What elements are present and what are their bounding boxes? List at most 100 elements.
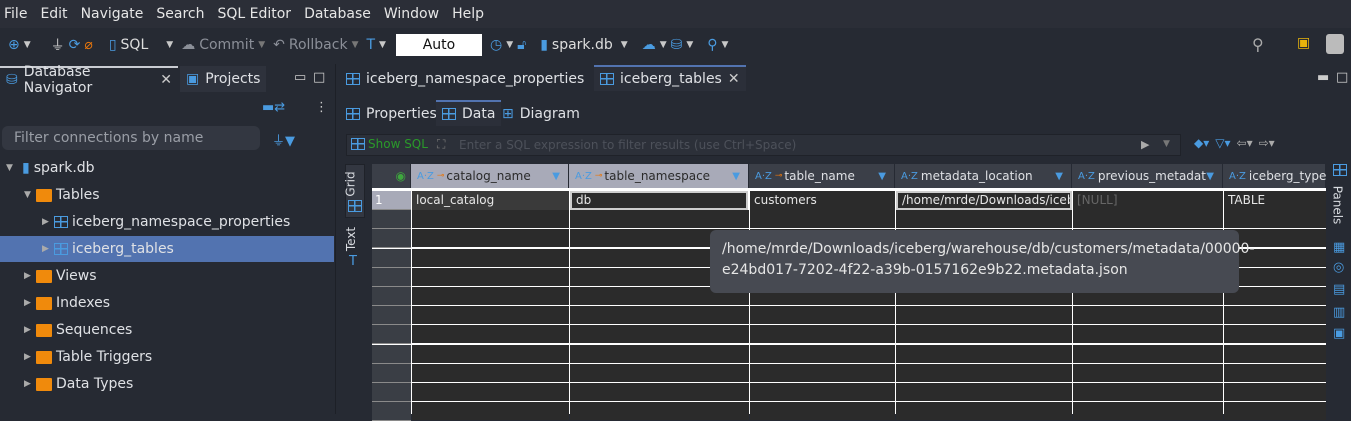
commit-icon: ☁	[181, 37, 196, 53]
tools-button[interactable]: ☁ ▼ ⛁ ▼	[642, 37, 694, 53]
column-header-iceberg-type[interactable]: A·Z iceberg_type	[1223, 164, 1326, 188]
menu-help[interactable]: Help	[452, 6, 484, 22]
tree-item-sequences[interactable]: ▶ Sequences	[0, 317, 334, 343]
table-icon	[351, 138, 365, 150]
tree-item-iceberg-namespace-properties[interactable]: ▶ iceberg_namespace_properties	[0, 209, 334, 235]
filter-bar: Show SQL ⛶ Enter a SQL expression to fil…	[346, 134, 1181, 156]
transaction-icon: T	[366, 37, 376, 53]
menu-file[interactable]: File	[4, 6, 27, 22]
tree-item-indexes[interactable]: ▶ Indexes	[0, 290, 334, 316]
menu-edit[interactable]: Edit	[40, 6, 67, 22]
more-icon[interactable]: ⋮	[315, 100, 328, 115]
tab-iceberg-namespace-properties[interactable]: iceberg_namespace_properties	[340, 66, 590, 92]
row-number	[372, 248, 411, 268]
sort-icon[interactable]: ▼	[732, 171, 740, 182]
sort-icon[interactable]: ▼	[878, 171, 886, 182]
empty-cell	[412, 383, 569, 401]
global-search-icon[interactable]: ⚲	[1252, 35, 1264, 54]
datasource-selector[interactable]: ▮ spark.db ▼	[540, 37, 628, 53]
sort-icon[interactable]: ▼	[1055, 171, 1063, 182]
show-sql-button[interactable]: Show SQL	[351, 137, 428, 151]
cell-catalog-name[interactable]: local_catalog	[412, 191, 569, 210]
sql-editor-button[interactable]: ▯ SQL ▼	[109, 37, 173, 53]
empty-cell	[570, 383, 749, 401]
menu-search[interactable]: Search	[156, 6, 204, 22]
new-connection-button[interactable]: ⊕ ▼	[8, 37, 31, 53]
empty-cell	[412, 210, 569, 229]
filter-connections-input[interactable]: Filter connections by name	[2, 126, 260, 150]
rollback-button[interactable]: ↶ Rollback ▼	[273, 37, 358, 53]
expand-icon[interactable]: ⛶	[437, 137, 445, 152]
cell-previous-metadata[interactable]: [NULL]	[1073, 191, 1223, 210]
commit-mode-selector[interactable]: Auto	[395, 34, 482, 56]
search-tool-button[interactable]: ⚲ ▼	[707, 37, 728, 53]
tree-item-tables[interactable]: ▼ Tables	[0, 182, 334, 208]
minimize-icon[interactable]: ▬	[1317, 70, 1329, 85]
tab-projects[interactable]: ▣ Projects	[180, 66, 267, 92]
maximize-icon[interactable]: □	[313, 70, 325, 85]
history-button[interactable]: ◷ ▼ 🔓︎	[490, 37, 526, 53]
tree-item-table-triggers[interactable]: ▶ Table Triggers	[0, 344, 334, 370]
tab-database-navigator[interactable]: ⛁ Database Navigator ✕	[0, 64, 178, 96]
row-number	[372, 287, 411, 306]
apply-filter-icon[interactable]: ▶	[1141, 138, 1149, 151]
cell-iceberg-type[interactable]: TABLE	[1224, 191, 1326, 210]
transaction-mode-button[interactable]: T ▼	[366, 37, 385, 53]
tree-item-iceberg-tables[interactable]: ▶ iceberg_tables	[0, 236, 334, 262]
calc-panel-icon[interactable]: ▤	[1333, 282, 1345, 297]
tab-properties[interactable]: Properties	[340, 101, 443, 127]
filter-icon[interactable]: ▽▾	[1215, 136, 1230, 150]
maximize-icon[interactable]: □	[1336, 70, 1348, 85]
new-window-icon[interactable]: ▣	[1297, 35, 1310, 51]
cell-table-namespace[interactable]: db	[570, 191, 748, 210]
metadata-panel-icon[interactable]: ◎	[1333, 260, 1344, 275]
tab-iceberg-tables[interactable]: iceberg_tables ✕	[594, 65, 746, 91]
cell-table-name[interactable]: customers	[750, 191, 895, 210]
empty-cell	[570, 344, 749, 363]
sort-icon[interactable]: ▼	[552, 171, 560, 182]
column-header-table-name[interactable]: A·Z ⊸ table_name ▼	[749, 164, 895, 188]
tree-item-spark-db[interactable]: ▼ ▮ spark.db	[0, 155, 334, 181]
grouping-panel-icon[interactable]: ▥	[1333, 305, 1345, 320]
row-number[interactable]: 1	[372, 191, 411, 210]
folder-tables-icon	[36, 188, 52, 202]
tab-grid[interactable]: Grid	[344, 164, 365, 218]
close-icon[interactable]: ✕	[728, 71, 740, 87]
sort-icon[interactable]: ▼	[1206, 171, 1214, 182]
connection-filter-button[interactable]: ⏚▼	[272, 130, 295, 149]
back-icon[interactable]: ⇦▾	[1237, 136, 1253, 150]
main-toolbar: ⊕ ▼ ⏚ ⟳ ⌀ ▯ SQL ▼ ☁ Commit ▼ ↶ Rollback ▼ T ▼ Auto…	[0, 30, 1351, 60]
empty-cell	[750, 306, 895, 325]
user-avatar[interactable]	[1326, 34, 1344, 54]
panels-icon[interactable]	[1333, 164, 1347, 176]
eraser-icon[interactable]: ◆▾	[1194, 136, 1209, 150]
tab-text[interactable]: Text T	[344, 222, 365, 270]
tab-diagram[interactable]: ⊞ Diagram	[496, 101, 586, 127]
value-panel-icon[interactable]: ▦	[1333, 240, 1345, 255]
forward-icon[interactable]: ⇨▾	[1259, 136, 1275, 150]
menu-navigate[interactable]: Navigate	[81, 6, 144, 22]
column-header-previous-metadata[interactable]: A·Z previous_metadat ▼	[1072, 164, 1223, 188]
menu-database[interactable]: Database	[304, 6, 371, 22]
column-header-catalog-name[interactable]: A·Z ⊸ catalog_name ▼	[411, 164, 569, 188]
commit-button[interactable]: ☁ Commit ▼	[181, 37, 265, 53]
tab-data[interactable]: Data	[436, 100, 502, 126]
connect-button[interactable]: ⏚ ⟳ ⌀	[51, 35, 93, 55]
empty-cell	[412, 363, 569, 382]
tree-item-views[interactable]: ▶ Views	[0, 263, 334, 289]
column-header-metadata-location[interactable]: A·Z metadata_location ▼	[895, 164, 1072, 188]
cell-metadata-location[interactable]: /home/mrde/Downloads/icebe	[896, 191, 1072, 210]
close-icon[interactable]: ✕	[160, 72, 172, 88]
references-panel-icon[interactable]: ▣	[1333, 326, 1345, 341]
tree-item-data-types[interactable]: ▶ Data Types	[0, 371, 334, 397]
empty-cell	[570, 402, 749, 421]
menu-sql-editor[interactable]: SQL Editor	[217, 6, 291, 22]
minimize-icon[interactable]: ▭	[294, 70, 306, 85]
panels-toggle[interactable]: Panels	[1330, 186, 1344, 225]
column-header-table-namespace[interactable]: A·Z ⊸ table_namespace ▼	[569, 164, 749, 188]
menu-window[interactable]: Window	[384, 6, 439, 22]
select-all-icon[interactable]: ◉	[372, 164, 411, 188]
filter-history-icon[interactable]: ▼	[1163, 139, 1170, 149]
sql-filter-input[interactable]: Enter a SQL expression to filter results…	[459, 138, 796, 152]
collapse-all-icon[interactable]: ▬⇄	[262, 100, 285, 115]
